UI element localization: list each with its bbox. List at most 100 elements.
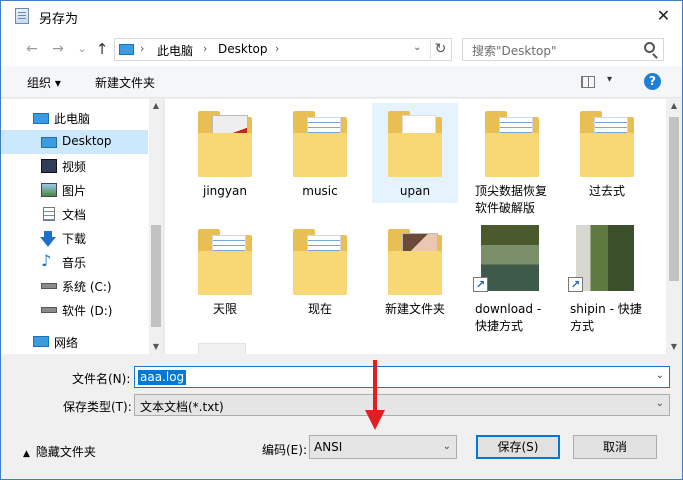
folder-icon	[485, 111, 539, 177]
chevron-up-icon: ▲	[23, 449, 30, 459]
sidebar-item-this-pc[interactable]: 此电脑	[1, 106, 148, 130]
scroll-up-icon[interactable]: ▲	[149, 101, 163, 110]
scroll-down-icon[interactable]: ▼	[149, 342, 163, 351]
file-item-shipin-shortcut[interactable]: ↗ shipin - 快捷方式	[564, 221, 650, 337]
organize-menu[interactable]: 组织 ▾	[27, 74, 61, 91]
partial-file-item	[198, 343, 246, 354]
file-item-music[interactable]: music	[277, 103, 363, 219]
scroll-down-icon[interactable]: ▼	[666, 342, 682, 351]
address-bar[interactable]: › 此电脑 › Desktop › ⌄ ↻	[114, 38, 452, 61]
sidebar-item-documents[interactable]: 文档	[1, 202, 148, 226]
sidebar-item-drive-c[interactable]: 系统 (C:)	[1, 274, 148, 298]
file-item-data-recovery[interactable]: 顶尖数据恢复软件破解版	[469, 103, 555, 219]
view-dropdown-icon[interactable]: ▾	[607, 74, 612, 85]
command-toolbar: 组织 ▾ 新建文件夹 ▾ ?	[1, 66, 682, 98]
folder-icon	[293, 111, 347, 177]
folder-icon	[198, 229, 252, 295]
sidebar-item-label: 音乐	[62, 256, 87, 270]
file-list-scroll-thumb[interactable]	[669, 117, 679, 281]
search-box[interactable]: 搜索"Desktop"	[462, 38, 664, 61]
view-options-icon[interactable]	[581, 76, 595, 88]
up-icon[interactable]: ↑	[93, 40, 111, 58]
forward-icon[interactable]: →	[49, 40, 67, 58]
file-name: 新建文件夹	[384, 302, 445, 316]
search-icon[interactable]	[644, 42, 655, 53]
refresh-icon[interactable]: ↻	[430, 40, 450, 59]
sidebar-item-downloads[interactable]: 🡇 下载	[1, 226, 148, 250]
folder-icon	[388, 111, 442, 177]
breadcrumb-separator-icon[interactable]: ›	[140, 42, 144, 55]
file-item-download-shortcut[interactable]: ↗ download - 快捷方式	[469, 221, 555, 337]
desktop-icon	[41, 137, 57, 148]
scroll-up-icon[interactable]: ▲	[666, 101, 682, 110]
drive-c-icon	[41, 283, 57, 289]
file-name: music	[302, 184, 338, 198]
file-list: jingyan music upan 顶尖数据恢复软件破解版 过去式 天限 现在…	[165, 99, 682, 354]
download-icon: 🡇	[39, 230, 57, 250]
hide-folders-toggle[interactable]: ▲ 隐藏文件夹	[23, 443, 96, 460]
breadcrumb-desktop[interactable]: Desktop	[218, 42, 268, 56]
breadcrumb-this-pc[interactable]: 此电脑	[157, 42, 193, 59]
sidebar-item-music[interactable]: ♪ 音乐	[1, 250, 148, 274]
file-item-upan[interactable]: upan	[372, 103, 458, 203]
chevron-down-icon[interactable]: ⌄	[656, 398, 664, 409]
filetype-label: 保存类型(T):	[63, 400, 132, 414]
breadcrumb-separator-icon[interactable]: ›	[203, 42, 207, 55]
shortcut-arrow-icon: ↗	[568, 277, 583, 292]
filetype-select[interactable]: 文本文档(*.txt) ⌄	[134, 394, 670, 416]
encoding-value: ANSI	[314, 440, 343, 454]
dialog-title: 另存为	[39, 12, 79, 27]
sidebar-scroll-thumb[interactable]	[151, 225, 161, 327]
sidebar-item-label: 软件 (D:)	[62, 304, 113, 318]
video-icon	[41, 159, 57, 173]
address-dropdown-icon[interactable]: ⌄	[413, 42, 421, 53]
save-button[interactable]: 保存(S)	[476, 435, 560, 459]
file-item-past[interactable]: 过去式	[564, 103, 650, 219]
recent-locations-icon[interactable]: ⌄	[73, 40, 91, 58]
hide-folders-label: 隐藏文件夹	[35, 445, 96, 459]
sidebar-item-label: 图片	[62, 184, 87, 198]
computer-icon	[119, 44, 134, 55]
file-item-jingyan[interactable]: jingyan	[182, 103, 268, 219]
sidebar-item-drive-d[interactable]: 软件 (D:)	[1, 298, 148, 322]
new-folder-button[interactable]: 新建文件夹	[95, 74, 155, 91]
sidebar-item-pictures[interactable]: 图片	[1, 178, 148, 202]
file-name: upan	[399, 184, 431, 198]
help-icon[interactable]: ?	[644, 73, 661, 90]
sidebar-item-label: 网络	[54, 336, 79, 350]
notepad-icon	[15, 8, 29, 24]
sidebar-scrollbar[interactable]: ▲ ▼	[149, 99, 163, 354]
close-button[interactable]: ✕	[645, 1, 682, 32]
filename-value[interactable]: aaa.log	[138, 370, 187, 385]
file-name: 过去式	[588, 184, 625, 198]
chevron-down-icon[interactable]: ⌄	[656, 370, 664, 381]
file-item-now[interactable]: 现在	[277, 221, 363, 337]
breadcrumb-separator-icon[interactable]: ›	[275, 42, 279, 55]
chevron-down-icon[interactable]: ⌄	[443, 441, 451, 452]
save-as-dialog: 另存为 ✕ ← → ⌄ ↑ › 此电脑 › Desktop › ⌄ ↻ 搜索"D…	[0, 0, 683, 480]
file-item-tianxian[interactable]: 天限	[182, 221, 268, 337]
sidebar-item-network[interactable]: 网络	[1, 330, 148, 354]
file-name: 顶尖数据恢复软件破解版	[475, 184, 548, 215]
sidebar-item-label: 此电脑	[54, 112, 91, 126]
folder-icon	[388, 229, 442, 295]
sidebar-item-videos[interactable]: 视频	[1, 154, 148, 178]
encoding-select[interactable]: ANSI ⌄	[309, 435, 457, 459]
filename-input[interactable]: aaa.log ⌄	[134, 366, 670, 388]
sidebar-item-label: 文档	[62, 208, 87, 222]
sidebar-item-label: 视频	[62, 160, 87, 174]
file-item-new-folder[interactable]: 新建文件夹	[372, 221, 458, 337]
file-list-scrollbar[interactable]: ▲ ▼	[666, 99, 682, 354]
documents-icon	[43, 207, 55, 221]
filetype-value: 文本文档(*.txt)	[140, 400, 224, 414]
shortcut-thumbnail	[576, 225, 634, 291]
title-bar: 另存为 ✕	[1, 1, 682, 32]
back-icon[interactable]: ←	[23, 40, 41, 58]
shortcut-thumbnail	[481, 225, 539, 291]
navigation-pane: 此电脑 Desktop 视频 图片 文档 🡇 下载 ♪ 音乐 系统 (C:) 软…	[1, 99, 164, 354]
cancel-button[interactable]: 取消	[573, 435, 657, 459]
shortcut-arrow-icon: ↗	[473, 277, 488, 292]
sidebar-item-label: Desktop	[62, 134, 112, 148]
save-options-panel: 文件名(N): aaa.log ⌄ 保存类型(T): 文本文档(*.txt) ⌄…	[1, 355, 682, 479]
sidebar-item-desktop[interactable]: Desktop	[1, 130, 148, 154]
